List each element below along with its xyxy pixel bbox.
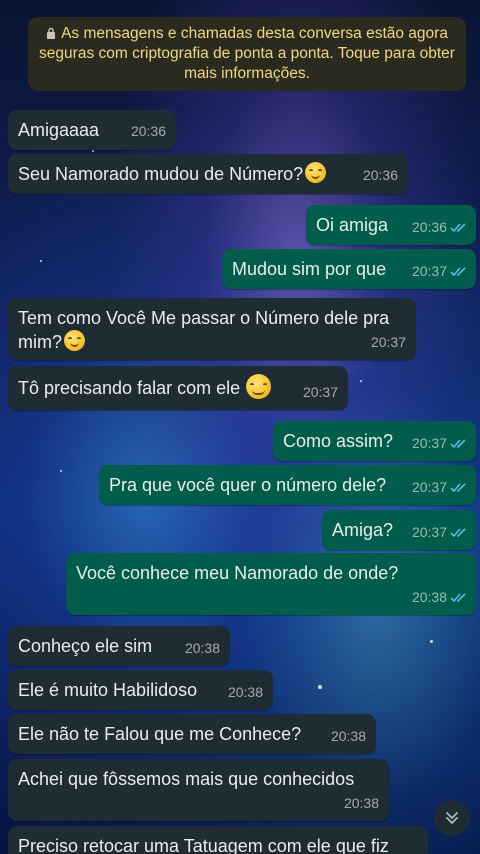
message-bubble-incoming[interactable]: Tô precisando falar com ele 20:37 xyxy=(8,366,348,410)
message-text: Preciso retocar uma Tatuagem com ele que… xyxy=(18,836,389,854)
message-time: 20:37 xyxy=(370,334,406,350)
blushing-face-emoji xyxy=(246,374,272,399)
message-text: Conheço ele sim xyxy=(18,636,153,656)
read-ticks-icon xyxy=(450,482,466,492)
message-text: Pra que você quer o número dele? xyxy=(109,475,387,495)
message-text: Amigaaaa xyxy=(18,120,100,140)
message-bubble-incoming[interactable]: Ele é muito Habilidoso 20:38 xyxy=(8,670,273,710)
encryption-notice-text: As mensagens e chamadas desta conversa e… xyxy=(39,25,455,82)
message-time: 20:36 xyxy=(362,167,398,183)
message-time: 20:36 xyxy=(130,123,166,139)
message-time: 20:38 xyxy=(330,728,366,744)
message-text: Seu Namorado mudou de Número? xyxy=(18,164,304,184)
message-time: 20:38 xyxy=(343,795,379,811)
chat-area[interactable]: As mensagens e chamadas desta conversa e… xyxy=(0,0,480,854)
message-text: Ele é muito Habilidoso xyxy=(18,680,198,700)
message-bubble-outgoing[interactable]: Mudou sim por que 20:37 xyxy=(222,249,476,289)
message-text: Ele não te Falou que me Conhece? xyxy=(18,724,302,744)
message-time: 20:37 xyxy=(411,479,447,495)
message-bubble-incoming[interactable]: Preciso retocar uma Tatuagem com ele que… xyxy=(8,826,428,854)
message-bubble-incoming[interactable]: Amigaaaa 20:36 xyxy=(8,110,176,150)
message-bubble-incoming[interactable]: Ele não te Falou que me Conhece? 20:38 xyxy=(8,714,376,754)
message-bubble-outgoing[interactable]: Amiga? 20:37 xyxy=(322,510,476,550)
smiling-face-emoji xyxy=(305,162,327,183)
read-ticks-icon xyxy=(450,592,466,602)
message-text: Tô precisando falar com ele xyxy=(18,378,241,398)
message-text: Como assim? xyxy=(283,431,394,451)
message-text: Oi amiga xyxy=(316,215,389,235)
message-text: Achei que fôssemos mais que conhecidos xyxy=(18,769,355,789)
double-chevron-down-icon xyxy=(446,812,458,824)
message-bubble-outgoing[interactable]: Como assim? 20:37 xyxy=(273,421,476,461)
smiling-face-emoji xyxy=(64,330,85,351)
message-bubble-incoming[interactable]: Conheço ele sim 20:38 xyxy=(8,626,230,666)
message-bubble-outgoing[interactable]: Pra que você quer o número dele? 20:37 xyxy=(99,465,476,505)
message-time: 20:38 xyxy=(184,640,220,656)
message-text: Você conhece meu Namorado de onde? xyxy=(76,563,399,583)
scroll-to-bottom-button[interactable] xyxy=(434,800,470,836)
read-ticks-icon xyxy=(450,438,466,448)
message-bubble-incoming[interactable]: Seu Namorado mudou de Número? 20:36 xyxy=(8,154,408,194)
message-text: Amiga? xyxy=(332,520,394,540)
message-bubble-incoming[interactable]: Tem como Você Me passar o Número dele pr… xyxy=(8,298,416,360)
encryption-notice[interactable]: As mensagens e chamadas desta conversa e… xyxy=(28,17,466,91)
message-time: 20:37 xyxy=(411,263,447,279)
message-time: 20:37 xyxy=(411,435,447,451)
message-time: 20:37 xyxy=(411,524,447,540)
message-time: 20:37 xyxy=(302,384,338,400)
message-time: 20:38 xyxy=(227,684,263,700)
read-ticks-icon xyxy=(450,527,466,537)
read-ticks-icon xyxy=(450,266,466,276)
message-time: 20:36 xyxy=(411,219,447,235)
message-time: 20:38 xyxy=(411,589,447,605)
message-bubble-outgoing[interactable]: Você conhece meu Namorado de onde? 20:38 xyxy=(66,553,476,615)
read-ticks-icon xyxy=(450,222,466,232)
message-bubble-outgoing[interactable]: Oi amiga 20:36 xyxy=(306,205,476,245)
lock-icon xyxy=(47,27,56,39)
message-bubble-incoming[interactable]: Achei que fôssemos mais que conhecidos 2… xyxy=(8,759,389,821)
message-text: Mudou sim por que xyxy=(232,259,387,279)
